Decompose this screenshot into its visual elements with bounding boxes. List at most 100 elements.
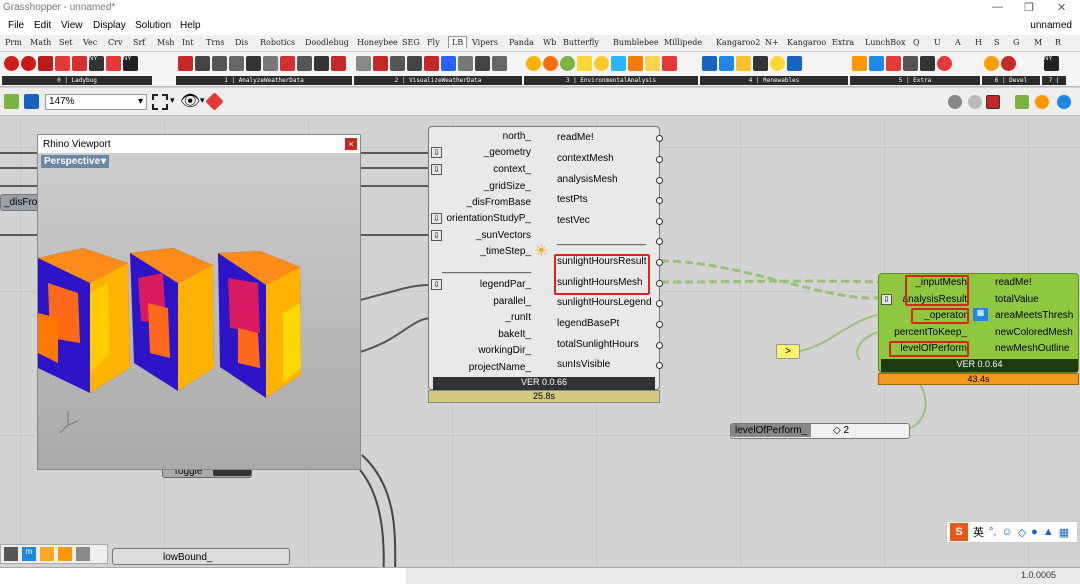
output-pin[interactable] — [656, 218, 663, 225]
close-window-icon[interactable]: ✕ — [1057, 1, 1066, 14]
menu-view[interactable]: View — [61, 20, 83, 31]
tab-vec[interactable]: Vec — [83, 38, 97, 47]
tab-nplus[interactable]: N+ — [765, 38, 779, 47]
tab-int[interactable]: Int — [182, 38, 194, 47]
output-pin[interactable] — [656, 342, 663, 349]
compass-icon[interactable] — [314, 56, 329, 71]
input-timestep[interactable]: _timeStep_ — [429, 246, 531, 257]
keyboard-icon[interactable]: ◇ — [1018, 526, 1026, 539]
input-bakeit[interactable]: bakeIt_ — [429, 329, 531, 340]
weather-icon[interactable] — [178, 56, 193, 71]
sun-icon[interactable] — [770, 56, 785, 71]
ladybug-icon[interactable] — [55, 56, 70, 71]
sun-icon[interactable] — [594, 56, 609, 71]
preview-shaded-icon[interactable] — [986, 95, 1000, 109]
tab-kangaroo2[interactable]: Kangaroo2 — [716, 38, 760, 47]
tab-honeybee[interactable]: Honeybee — [357, 38, 398, 47]
output-testpts[interactable]: testPts — [557, 194, 588, 205]
output-testvec[interactable]: testVec — [557, 215, 590, 226]
output-areameetsthresh[interactable]: areaMeetsThresh — [995, 310, 1073, 321]
tab-vipers[interactable]: Vipers — [472, 38, 498, 47]
sun-icon[interactable] — [543, 56, 558, 71]
preview-wire-icon[interactable] — [968, 95, 982, 109]
menu-file[interactable]: File — [8, 20, 24, 31]
tab-fly[interactable]: Fly — [427, 38, 440, 47]
output-pin[interactable] — [656, 300, 663, 307]
sphere-icon[interactable] — [560, 56, 575, 71]
viewport-canvas[interactable]: Perspective ▾ — [38, 153, 360, 469]
output-pin[interactable] — [656, 362, 663, 369]
output-pin[interactable] — [656, 280, 663, 287]
input-north[interactable]: north_ — [429, 131, 531, 142]
ladybug-icon[interactable] — [38, 56, 53, 71]
microphone-icon[interactable]: ● — [1031, 526, 1038, 538]
zoom-dropdown[interactable]: 147% ▾ — [45, 94, 147, 110]
output-newmeshoutline[interactable]: newMeshOutline — [995, 343, 1069, 354]
tab-trns[interactable]: Trns — [206, 38, 224, 47]
ladybug-icon[interactable] — [72, 56, 87, 71]
operator-panel[interactable]: > — [776, 344, 800, 359]
output-analysismesh[interactable]: analysisMesh — [557, 174, 618, 185]
lowbound-param[interactable]: lowBound_ — [112, 548, 290, 565]
sunlight-hours-analysis-component[interactable]: north_ _geometry context_ _gridSize_ _di… — [428, 126, 663, 391]
ny-icon[interactable]: NY — [1044, 56, 1059, 71]
chevron-down-icon[interactable]: ▾ — [200, 95, 205, 106]
preview-off-icon[interactable] — [948, 95, 962, 109]
input-runit[interactable]: _runIt — [429, 312, 531, 323]
input-parallel[interactable]: parallel_ — [429, 296, 531, 307]
sun-icon[interactable] — [628, 56, 643, 71]
tab-srf[interactable]: Srf — [133, 38, 145, 47]
rhino-viewport-window[interactable]: Rhino Viewport × Perspective ▾ — [37, 134, 361, 470]
input-projectname[interactable]: projectName_ — [429, 362, 531, 373]
disfrom-param[interactable]: _disFrom — [0, 194, 46, 211]
output-pin[interactable] — [656, 135, 663, 142]
punctuation-icon[interactable]: °, — [989, 526, 996, 538]
tab-lb[interactable]: LB — [448, 36, 468, 48]
arrow-icon[interactable] — [263, 56, 278, 71]
slider-value[interactable]: ◇ 2 — [833, 425, 849, 436]
tab-r[interactable]: R — [1055, 38, 1061, 47]
input-legendpar[interactable]: legendPar_ — [429, 279, 531, 290]
ladybug-icon[interactable] — [106, 56, 121, 71]
chart-icon[interactable] — [407, 56, 422, 71]
rss-icon[interactable] — [58, 547, 72, 561]
ladybug-icon[interactable] — [937, 56, 952, 71]
sun-icon[interactable] — [246, 56, 261, 71]
chart-icon[interactable] — [458, 56, 473, 71]
menu-display[interactable]: Display — [93, 20, 126, 31]
emoji-icon[interactable]: ☺ — [1001, 526, 1012, 538]
person-icon[interactable] — [903, 56, 918, 71]
tab-bumblebee[interactable]: Bumblebee — [613, 38, 659, 47]
dms-icon[interactable] — [212, 56, 227, 71]
save-icon[interactable] — [24, 94, 39, 109]
ladybug-icon[interactable] — [1001, 56, 1016, 71]
output-pin[interactable] — [656, 156, 663, 163]
menu-help[interactable]: Help — [180, 20, 201, 31]
tab-dis[interactable]: Dis — [235, 38, 248, 47]
chart-icon[interactable] — [390, 56, 405, 71]
tab-prm[interactable]: Prm — [5, 38, 22, 47]
output-readme[interactable]: readMe! — [557, 132, 594, 143]
import-icon[interactable] — [4, 547, 18, 561]
menu-solution[interactable]: Solution — [135, 20, 171, 31]
eye-icon[interactable]: 👁 — [180, 91, 200, 111]
input-context[interactable]: context_ — [429, 164, 531, 175]
gauge-icon[interactable] — [331, 56, 346, 71]
sun-icon[interactable] — [736, 56, 751, 71]
zoom-extents-icon[interactable] — [152, 94, 168, 110]
input-gridsize[interactable]: _gridSize_ — [429, 181, 531, 192]
skin-icon[interactable]: ▲ — [1043, 526, 1054, 538]
person-icon[interactable] — [920, 56, 935, 71]
ime-toolbar[interactable]: S 英 °, ☺ ◇ ● ▲ ▦ — [946, 521, 1078, 543]
mesh-threshold-selector-component[interactable]: _inputMesh analysisResult _operator perc… — [878, 273, 1079, 373]
chart-icon[interactable] — [441, 56, 456, 71]
ladybug-icon[interactable] — [21, 56, 36, 71]
tab-extra[interactable]: Extra — [832, 38, 854, 47]
ny-icon[interactable]: NY — [89, 56, 104, 71]
output-pin[interactable] — [656, 238, 663, 245]
chart-icon[interactable] — [475, 56, 490, 71]
ny-icon[interactable]: NY — [123, 56, 138, 71]
restore-icon[interactable]: ❐ — [1024, 1, 1034, 14]
sort-icon[interactable] — [229, 56, 244, 71]
input-disfrombase[interactable]: _disFromBase — [429, 197, 531, 208]
